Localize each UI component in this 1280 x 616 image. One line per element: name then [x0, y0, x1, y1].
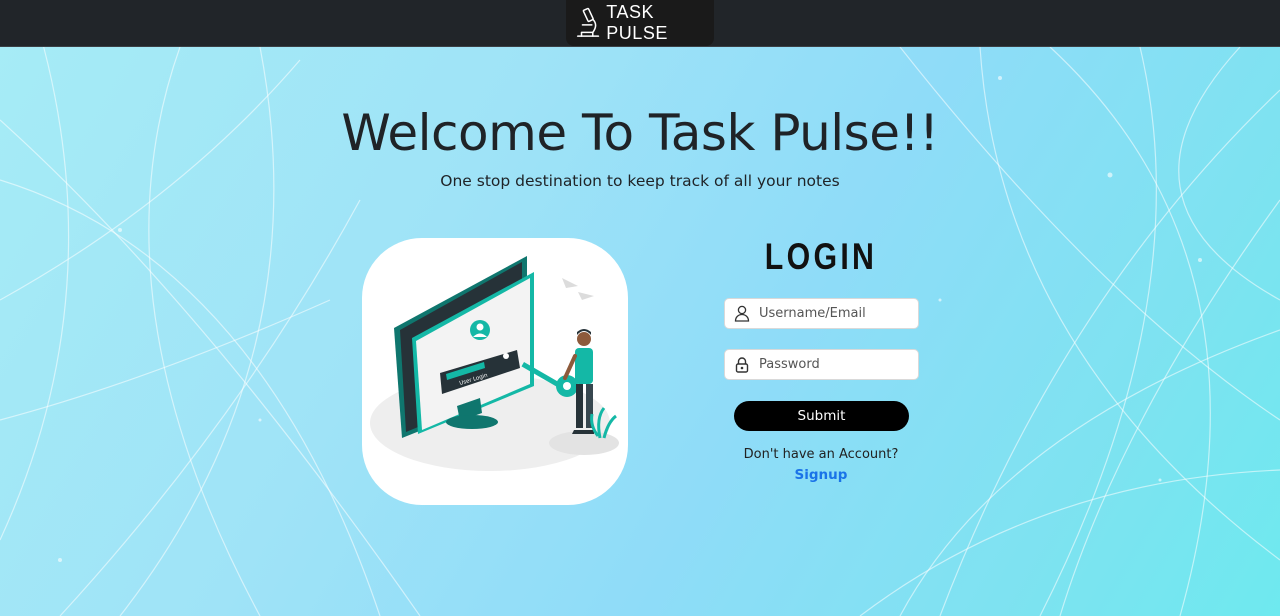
username-field[interactable] [724, 298, 919, 329]
hero-subtitle: One stop destination to keep track of al… [440, 172, 840, 190]
password-input[interactable] [759, 357, 914, 372]
navbar: TASK PULSE [0, 0, 1280, 47]
password-field[interactable] [724, 349, 919, 380]
brand-name: TASK PULSE [606, 2, 668, 43]
brand-logo[interactable]: TASK PULSE [566, 0, 714, 46]
submit-button[interactable]: Submit [734, 401, 909, 431]
username-input[interactable] [759, 306, 914, 321]
signup-link[interactable]: Signup [720, 467, 922, 483]
lock-icon [725, 350, 759, 379]
login-illustration: User Login [362, 238, 628, 505]
login-title: LOGIN [764, 236, 878, 277]
signup-prompt: Don't have an Account? [743, 447, 899, 462]
background-lines [0, 0, 1280, 616]
login-illustration-graphic: User Login [370, 256, 619, 471]
user-icon [725, 299, 759, 328]
hero-title: Welcome To Task Pulse!! [341, 104, 939, 162]
microscope-icon [577, 7, 600, 37]
